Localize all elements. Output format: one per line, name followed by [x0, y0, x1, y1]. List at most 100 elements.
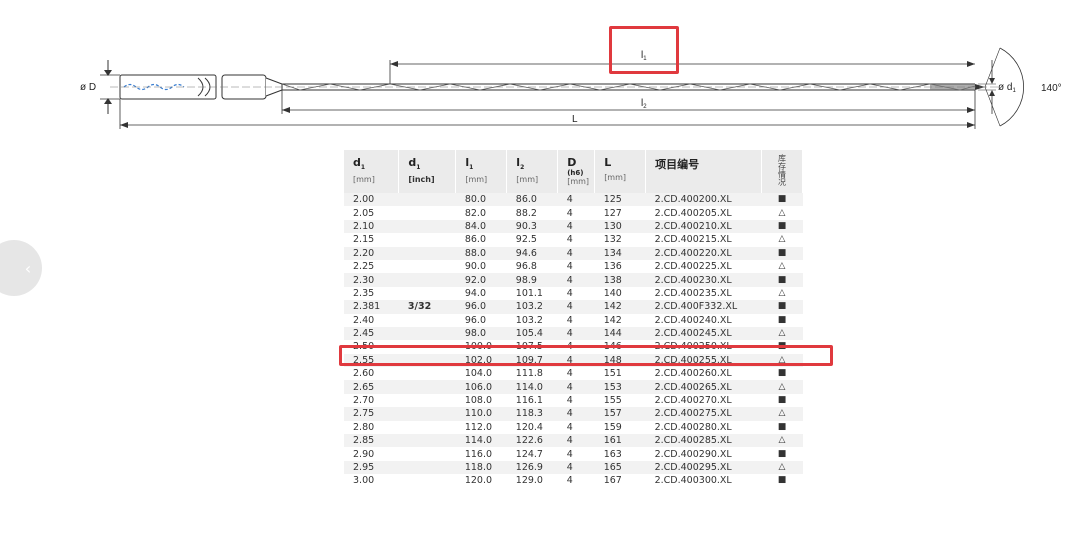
cell-d1-mm: 2.10 — [344, 219, 399, 234]
cell-D: 4 — [557, 380, 595, 394]
cell-D: 4 — [557, 273, 595, 287]
cell-L: 142 — [594, 313, 646, 327]
cell-l1: 102.0 — [455, 353, 507, 368]
cell-l2: 101.1 — [506, 286, 558, 301]
table-row: 2.55 102.0 109.7 4 148 2.CD.400255.XL △ — [344, 353, 803, 368]
cell-D: 4 — [557, 434, 595, 448]
cell-D: 4 — [557, 206, 595, 220]
cell-item-number: 2.CD.400300.XL — [645, 474, 762, 488]
cell-L: 146 — [594, 340, 646, 354]
table-row: 2.20 88.0 94.6 4 134 2.CD.400220.XL ■ — [344, 246, 803, 260]
cell-L: 161 — [594, 434, 646, 448]
cell-L: 144 — [594, 326, 646, 341]
cell-l2: 122.6 — [506, 434, 558, 448]
cell-l1: 94.0 — [455, 286, 507, 301]
cell-l2: 90.3 — [506, 219, 558, 234]
col-header-d1-mm: d1 [mm] — [344, 150, 400, 193]
cell-item-number: 2.CD.400290.XL — [645, 447, 762, 461]
table-row: 2.70 108.0 116.1 4 155 2.CD.400270.XL ■ — [344, 393, 803, 408]
table-row: 2.35 94.0 101.1 4 140 2.CD.400235.XL △ — [344, 286, 803, 301]
col-header-d1-inch: d1 [inch] — [398, 150, 457, 193]
cell-d1-mm: 2.20 — [344, 246, 399, 260]
cell-d1-mm: 2.80 — [344, 420, 399, 435]
cell-stock: ■ — [761, 367, 803, 381]
cell-stock: △ — [761, 326, 803, 341]
chevron-left-icon: ‹ — [24, 258, 32, 278]
cell-stock: △ — [761, 259, 803, 274]
label-angle: 140° — [1041, 83, 1062, 94]
cell-d1-mm: 2.25 — [344, 259, 399, 274]
cell-l1: 116.0 — [455, 447, 507, 461]
cell-item-number: 2.CD.400250.XL — [645, 340, 762, 354]
cell-stock: △ — [761, 380, 803, 394]
cell-d1-inch: 3/32 — [398, 300, 456, 314]
table-row: 2.30 92.0 98.9 4 138 2.CD.400230.XL ■ — [344, 273, 803, 287]
cell-item-number: 2.CD.400225.XL — [645, 259, 762, 274]
cell-d1-inch — [398, 219, 456, 234]
cell-l1: 84.0 — [455, 219, 507, 234]
cell-D: 4 — [557, 340, 595, 354]
cell-L: 130 — [594, 219, 646, 234]
cell-l1: 110.0 — [455, 407, 507, 421]
cell-stock: ■ — [761, 219, 803, 234]
col-header-l1: l1 [mm] — [455, 150, 508, 193]
cell-l1: 92.0 — [455, 273, 507, 287]
cell-l2: 120.4 — [506, 420, 558, 435]
table-row: 3.00 120.0 129.0 4 167 2.CD.400300.XL ■ — [344, 474, 803, 488]
cell-D: 4 — [557, 326, 595, 341]
cell-item-number: 2.CD.400265.XL — [645, 380, 762, 394]
cell-d1-inch — [398, 460, 456, 475]
cell-d1-mm: 2.40 — [344, 313, 399, 327]
label-d1: ø d1 — [998, 82, 1016, 94]
cell-L: 148 — [594, 353, 646, 368]
cell-l2: 92.5 — [506, 233, 558, 247]
cell-stock: ■ — [761, 447, 803, 461]
cell-L: 157 — [594, 407, 646, 421]
cell-item-number: 2.CD.400210.XL — [645, 219, 762, 234]
cell-D: 4 — [557, 219, 595, 234]
cell-l2: 96.8 — [506, 259, 558, 274]
cell-d1-inch — [398, 420, 456, 435]
cell-l1: 114.0 — [455, 434, 507, 448]
cell-item-number: 2.CD.400260.XL — [645, 367, 762, 381]
cell-l2: 105.4 — [506, 326, 558, 341]
cell-item-number: 2.CD.400220.XL — [645, 246, 762, 260]
cell-d1-mm: 2.30 — [344, 273, 399, 287]
cell-stock: ■ — [761, 246, 803, 260]
cell-D: 4 — [557, 259, 595, 274]
drill-spec-table: d1 [mm] d1 [inch] l1 [mm] l2 [mm] D (h6) [mm] … — [344, 150, 803, 488]
drill-drawing-svg: ø D l1 l2 L ø d1 140° — [80, 47, 1062, 129]
cell-l1: 80.0 — [455, 193, 507, 207]
cell-d1-mm: 2.70 — [344, 393, 399, 408]
cell-stock: ■ — [761, 300, 803, 314]
table-row: 2.90 116.0 124.7 4 163 2.CD.400290.XL ■ — [344, 447, 803, 461]
label-d-shank: ø D — [80, 82, 96, 93]
cell-d1-mm: 2.75 — [344, 407, 399, 421]
cell-stock: ■ — [761, 313, 803, 327]
col-header-D: D (h6) [mm] — [557, 150, 596, 193]
cell-L: 134 — [594, 246, 646, 260]
cell-l1: 86.0 — [455, 233, 507, 247]
cell-D: 4 — [557, 407, 595, 421]
table-body: 2.00 80.0 86.0 4 125 2.CD.400200.XL ■ 2.05 82.0 8… — [344, 193, 803, 488]
cell-l1: 112.0 — [455, 420, 507, 435]
cell-l1: 90.0 — [455, 259, 507, 274]
cell-d1-mm: 2.85 — [344, 434, 399, 448]
cell-l1: 96.0 — [455, 300, 507, 314]
cell-L: 163 — [594, 447, 646, 461]
cell-l2: 124.7 — [506, 447, 558, 461]
cell-d1-inch — [398, 286, 456, 301]
cell-D: 4 — [557, 393, 595, 408]
cell-d1-mm: 2.55 — [344, 353, 399, 368]
cell-item-number: 2.CD.400215.XL — [645, 233, 762, 247]
cell-L: 167 — [594, 474, 646, 488]
cell-d1-mm: 2.60 — [344, 367, 399, 381]
cell-d1-mm: 2.45 — [344, 326, 399, 341]
cell-d1-inch — [398, 206, 456, 220]
cell-stock: △ — [761, 286, 803, 301]
cell-d1-inch — [398, 313, 456, 327]
cell-d1-inch — [398, 259, 456, 274]
table-row: 2.15 86.0 92.5 4 132 2.CD.400215.XL △ — [344, 233, 803, 247]
previous-button[interactable]: ‹ — [0, 240, 42, 296]
cell-l2: 114.0 — [506, 380, 558, 394]
